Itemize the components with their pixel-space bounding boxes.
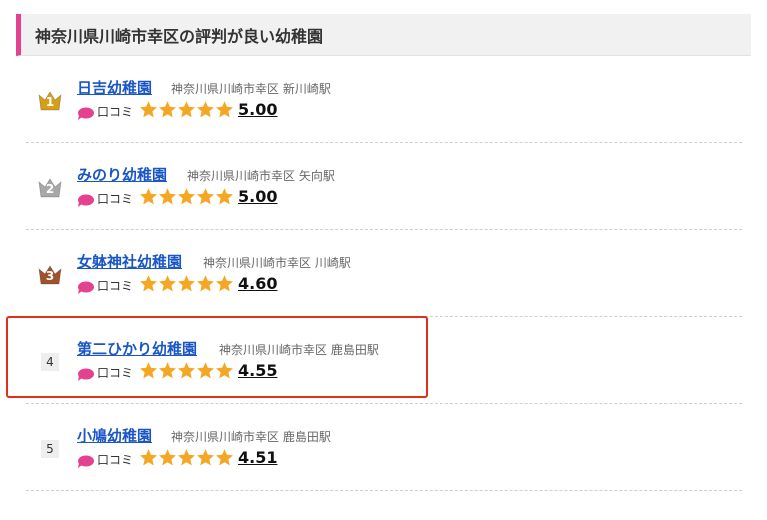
star-icon	[196, 448, 215, 467]
star-icon	[139, 274, 158, 293]
location-text: 神奈川県川崎市幸区 鹿島田駅	[219, 343, 379, 357]
star-icon	[158, 448, 177, 467]
section-title: 神奈川県川崎市幸区の評判が良い幼稚園	[35, 27, 324, 46]
review-label: 口コミ	[97, 453, 134, 467]
star-rating	[139, 274, 234, 294]
star-icon	[177, 100, 196, 119]
star-icon	[215, 274, 234, 293]
rank-number: 1	[45, 95, 55, 109]
review-label: 口コミ	[97, 279, 134, 293]
list-item: 2 みのり幼稚園 神奈川県川崎市幸区 矢向駅口コミ 5.00	[26, 143, 742, 230]
star-icon	[177, 448, 196, 467]
star-icon	[139, 448, 158, 467]
location-text: 神奈川県川崎市幸区 矢向駅	[187, 169, 335, 183]
kindergarten-name-link[interactable]: 第二ひかり幼稚園	[77, 338, 197, 359]
star-icon	[215, 100, 234, 119]
list-item: 3 女躰神社幼稚園 神奈川県川崎市幸区 川崎駅口コミ 4.60	[26, 230, 742, 317]
score-link[interactable]: 4.55	[238, 361, 277, 380]
star-rating	[139, 100, 234, 120]
crown-rank-icon: 1	[38, 89, 62, 111]
kindergarten-name-link[interactable]: みのり幼稚園	[77, 164, 167, 185]
star-icon	[139, 187, 158, 206]
score-link[interactable]: 4.51	[238, 448, 277, 467]
star-rating	[139, 361, 234, 381]
star-icon	[196, 100, 215, 119]
rank-number: 4	[41, 353, 59, 371]
rank-number: 5	[41, 440, 59, 458]
kindergarten-name-link[interactable]: 小鳩幼稚園	[77, 425, 152, 446]
speech-bubble-icon	[77, 453, 94, 468]
kindergarten-name-link[interactable]: 日吉幼稚園	[77, 77, 152, 98]
location-text: 神奈川県川崎市幸区 鹿島田駅	[171, 430, 331, 444]
review-label: 口コミ	[97, 366, 134, 380]
list-item: 1 日吉幼稚園 神奈川県川崎市幸区 新川崎駅口コミ 5.00	[26, 56, 742, 143]
score-link[interactable]: 5.00	[238, 187, 277, 206]
rank-number: 2	[45, 182, 55, 196]
speech-bubble-icon	[77, 279, 94, 294]
crown-rank-icon: 2	[38, 176, 62, 198]
section-header: 神奈川県川崎市幸区の評判が良い幼稚園	[16, 14, 751, 56]
star-icon	[139, 100, 158, 119]
rank-number: 3	[45, 269, 55, 283]
list-item: 5 小鳩幼稚園 神奈川県川崎市幸区 鹿島田駅口コミ 4.51	[26, 404, 742, 491]
score-link[interactable]: 4.60	[238, 274, 277, 293]
star-icon	[177, 274, 196, 293]
star-icon	[196, 187, 215, 206]
star-rating	[139, 448, 234, 468]
star-icon	[158, 361, 177, 380]
speech-bubble-icon	[77, 366, 94, 381]
crown-rank-icon: 3	[38, 263, 62, 285]
speech-bubble-icon	[77, 192, 94, 207]
kindergarten-ranking-list: 1 日吉幼稚園 神奈川県川崎市幸区 新川崎駅 口コミ 5.00 2 みのり幼稚園 神奈川県川崎…	[26, 56, 742, 491]
star-icon	[196, 361, 215, 380]
location-text: 神奈川県川崎市幸区 川崎駅	[203, 256, 351, 270]
star-icon	[177, 361, 196, 380]
speech-bubble-icon	[77, 105, 94, 120]
location-text: 神奈川県川崎市幸区 新川崎駅	[171, 82, 331, 96]
star-icon	[158, 100, 177, 119]
star-icon	[158, 274, 177, 293]
score-link[interactable]: 5.00	[238, 100, 277, 119]
kindergarten-name-link[interactable]: 女躰神社幼稚園	[77, 251, 182, 272]
star-icon	[196, 274, 215, 293]
star-icon	[215, 187, 234, 206]
star-icon	[177, 187, 196, 206]
star-rating	[139, 187, 234, 207]
review-label: 口コミ	[97, 105, 134, 119]
star-icon	[158, 187, 177, 206]
review-label: 口コミ	[97, 192, 134, 206]
star-icon	[215, 361, 234, 380]
list-item: 4 第二ひかり幼稚園 神奈川県川崎市幸区 鹿島田駅口コミ 4.55	[26, 317, 742, 404]
star-icon	[215, 448, 234, 467]
star-icon	[139, 361, 158, 380]
